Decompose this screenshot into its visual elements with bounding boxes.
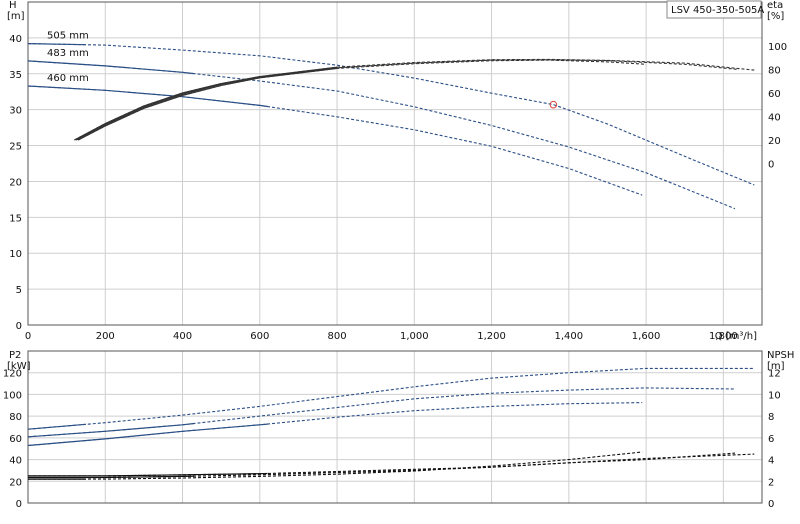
series-line-solid xyxy=(74,66,338,141)
y-left-tick-label: 20 xyxy=(9,477,22,488)
y-right-tick-label: 2 xyxy=(768,477,774,488)
series-label: 483 mm xyxy=(47,48,89,59)
series-line xyxy=(28,452,736,479)
plot-frame xyxy=(27,1,763,326)
chart-title: LSV 450-350-505A xyxy=(671,5,764,16)
y-left-tick-label: 25 xyxy=(9,142,22,153)
series-line xyxy=(27,402,643,447)
y-right-tick-label: 20 xyxy=(768,136,781,147)
series-line xyxy=(27,367,755,430)
y-left-tick-label: 60 xyxy=(9,434,22,445)
y-right-axis-unit: [%] xyxy=(767,11,784,22)
y-right-tick-label: 0 xyxy=(768,160,774,171)
panel-1: 0510152025303540020406080100H[m]eta[%]0 2… xyxy=(7,0,787,342)
y-right-tick-label: 4 xyxy=(768,456,774,467)
y-left-axis-label: P2 xyxy=(9,350,21,361)
y-right-tick-label: 6 xyxy=(768,434,774,445)
x-tick-label: 200 xyxy=(96,331,115,342)
y-left-tick-label: 0 xyxy=(16,499,22,510)
pump-performance-chart: 0 5 10 15 20 25 30 35 40 0 20 40 60 80 100 H [m] eta [%] 0 2… xyxy=(0,0,800,520)
y-right-axis-unit: [m] xyxy=(767,361,785,372)
grid xyxy=(28,351,762,503)
chart-svg: 0510152025303540020406080100H[m]eta[%]0 2… xyxy=(3,0,794,510)
series-line xyxy=(27,60,736,210)
panel-2: 020406080100120024681012P2[kW]NPSH[m] xyxy=(3,350,794,510)
x-tick-label: 1,200 xyxy=(477,331,506,342)
y-right-tick-label: 60 xyxy=(768,89,781,100)
series-label: 505 mm xyxy=(47,31,89,42)
y-left-tick-label: 35 xyxy=(9,70,22,81)
plot-frame xyxy=(27,350,763,504)
series-line xyxy=(27,85,643,196)
y-left-axis-label: H xyxy=(9,0,17,11)
x-tick-label: 400 xyxy=(173,331,192,342)
y-right-tick-label: 10 xyxy=(768,390,781,401)
series-line-solid xyxy=(76,67,338,141)
y-left-tick-label: 15 xyxy=(9,213,22,224)
x-tick-label: 1,600 xyxy=(632,331,661,342)
x-axis-label: Q [m³/h] xyxy=(715,331,757,342)
y-right-tick-label: 80 xyxy=(768,66,781,77)
y-left-tick-label: 30 xyxy=(9,106,22,117)
y-right-axis-label: NPSH xyxy=(767,350,794,361)
y-left-tick-label: 100 xyxy=(3,390,22,401)
x-tick-label: 600 xyxy=(250,331,269,342)
y-right-tick-label: 8 xyxy=(768,412,774,423)
grid xyxy=(28,2,762,325)
x-tick-label: 1,400 xyxy=(555,331,584,342)
y-right-tick-label: 100 xyxy=(768,42,787,53)
y-left-tick-label: 40 xyxy=(9,456,22,467)
x-tick-label: 1,000 xyxy=(400,331,429,342)
series-line-solid xyxy=(27,423,86,430)
y-right-tick-label: 0 xyxy=(768,499,774,510)
series-line-solid xyxy=(27,85,268,108)
series-line xyxy=(28,451,643,480)
series-line-solid xyxy=(77,67,338,141)
y-left-tick-label: 0 xyxy=(16,321,22,332)
y-left-tick-label: 40 xyxy=(9,34,22,45)
y-left-tick-label: 10 xyxy=(9,249,22,260)
series-line-solid xyxy=(27,43,86,46)
x-tick-label: 0 xyxy=(25,331,31,342)
y-left-axis-unit: [kW] xyxy=(7,361,31,372)
y-right-tick-label: 40 xyxy=(768,113,781,124)
series-line xyxy=(28,453,755,477)
y-left-tick-label: 20 xyxy=(9,177,22,188)
y-right-axis-label: eta xyxy=(767,0,783,11)
y-left-tick-label: 80 xyxy=(9,412,22,423)
series-label: 460 mm xyxy=(47,73,89,84)
y-left-tick-label: 5 xyxy=(16,285,22,296)
y-left-axis-unit: [m] xyxy=(7,11,25,22)
x-tick-label: 800 xyxy=(328,331,347,342)
